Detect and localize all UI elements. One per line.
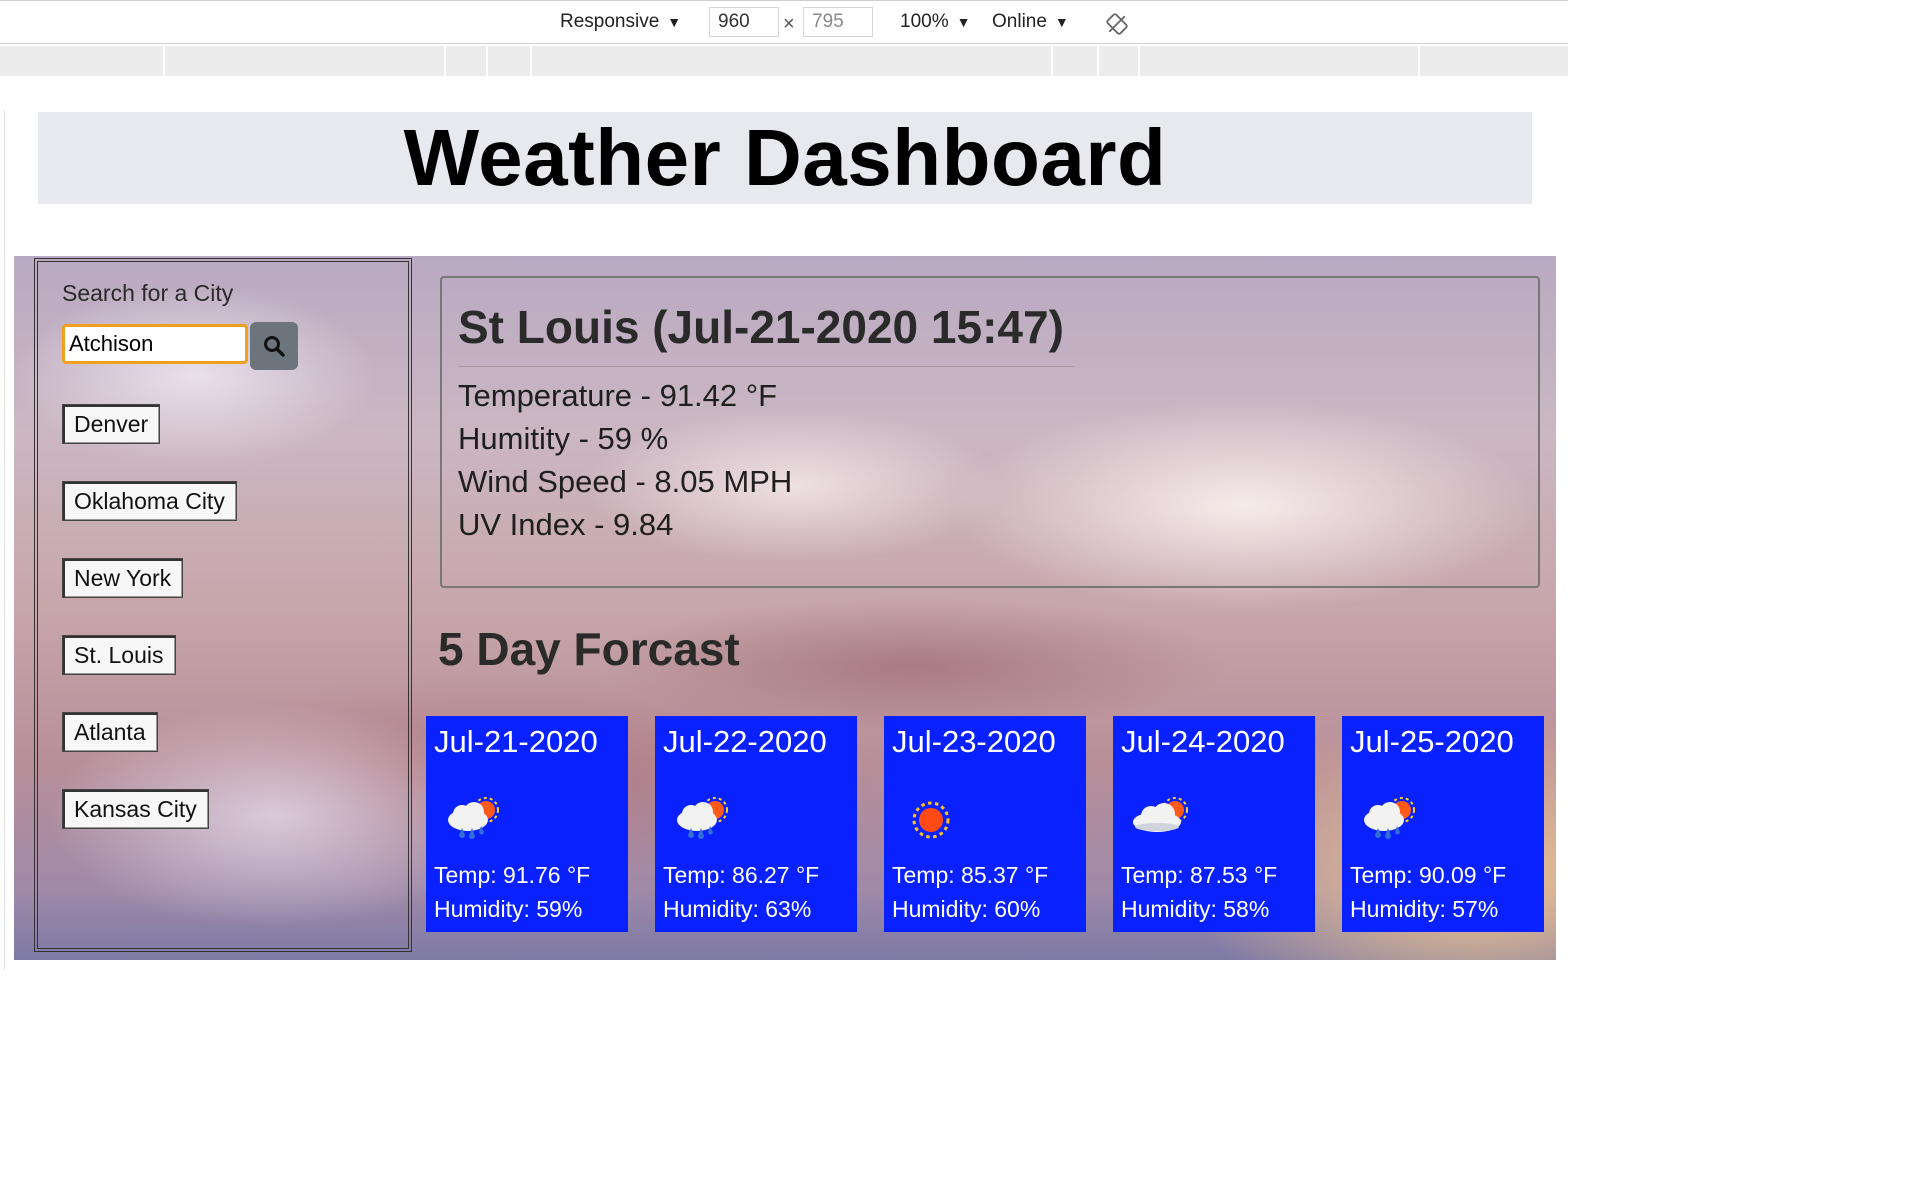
forecast-temp: Temp: 87.53 °F <box>1121 862 1278 888</box>
city-button-kansas-city[interactable]: Kansas City <box>62 789 209 829</box>
forecast-card: Jul-23-2020 Temp: 85.37 °F Humidity: 60% <box>884 716 1086 932</box>
search-sidebar: Search for a City Denver Oklahoma City N… <box>34 258 412 952</box>
chevron-down-icon: ▼ <box>667 14 682 30</box>
search-button[interactable] <box>250 322 298 370</box>
search-label: Search for a City <box>62 280 234 306</box>
forecast-humidity: Humidity: 59% <box>434 896 583 922</box>
sun-icon <box>912 801 950 839</box>
search-input[interactable] <box>62 324 248 364</box>
city-button-denver[interactable]: Denver <box>62 404 161 444</box>
times-icon: × <box>783 13 795 35</box>
current-temperature: Temperature - 91.42 °F <box>458 378 778 413</box>
forecast-humidity: Humidity: 60% <box>892 896 1041 922</box>
rain-sun-icon <box>677 797 728 839</box>
forecast-date: Jul-23-2020 <box>892 724 1056 759</box>
forecast-date: Jul-24-2020 <box>1121 724 1285 759</box>
forecast-temp: Temp: 90.09 °F <box>1350 862 1507 888</box>
forecast-humidity: Humidity: 58% <box>1121 896 1270 922</box>
device-label: Responsive <box>560 11 660 32</box>
devtools-toolbar: Responsive ▼ × 100% ▼ Online ▼ <box>0 0 1568 44</box>
network-label: Online <box>992 11 1047 32</box>
forecast-card: Jul-25-2020 Temp: 90.09 °F Humidity: 57% <box>1342 716 1544 932</box>
device-select[interactable]: Responsive ▼ <box>560 11 681 33</box>
viewport-height-input[interactable] <box>803 7 873 37</box>
page-title: Weather Dashboard <box>403 113 1167 202</box>
zoom-select[interactable]: 100% ▼ <box>900 11 970 33</box>
forecast-card: Jul-24-2020 Temp: 87.53 °F Humidity: 58% <box>1113 716 1315 932</box>
city-button-st-louis[interactable]: St. Louis <box>62 635 176 675</box>
network-select[interactable]: Online ▼ <box>992 11 1069 33</box>
rain-sun-icon <box>448 797 499 839</box>
forecast-heading: 5 Day Forcast <box>438 623 740 675</box>
page-viewport: Weather Dashboard Search for a City Denv… <box>4 110 1569 970</box>
city-button-oklahoma-city[interactable]: Oklahoma City <box>62 481 237 521</box>
current-humidity: Humitity - 59 % <box>458 421 669 456</box>
forecast-humidity: Humidity: 63% <box>663 896 812 922</box>
page-header: Weather Dashboard <box>38 112 1532 204</box>
forecast-date: Jul-21-2020 <box>434 724 598 759</box>
forecast-temp: Temp: 85.37 °F <box>892 862 1049 888</box>
viewport-width-input[interactable] <box>709 7 779 37</box>
forecast-date: Jul-25-2020 <box>1350 724 1514 759</box>
search-icon <box>264 336 285 357</box>
forecast-card: Jul-22-2020 Temp: 86.27 °F Humidity: 63% <box>655 716 857 932</box>
city-button-atlanta[interactable]: Atlanta <box>62 712 158 752</box>
rain-sun-icon <box>1364 797 1415 839</box>
forecast-card: Jul-21-2020 Temp: 91.76 °F Humidity: 59% <box>426 716 628 932</box>
chevron-down-icon: ▼ <box>1054 14 1069 30</box>
chevron-down-icon: ▼ <box>956 14 971 30</box>
current-uv-index: UV Index - 9.84 <box>458 507 674 542</box>
media-query-bar[interactable] <box>0 46 1568 76</box>
current-weather-card: St Louis (Jul-21-2020 15:47) Temperature… <box>440 276 1540 588</box>
zoom-label: 100% <box>900 11 949 32</box>
forecast-date: Jul-22-2020 <box>663 724 827 759</box>
current-wind-speed: Wind Speed - 8.05 MPH <box>458 464 793 499</box>
forecast-temp: Temp: 91.76 °F <box>434 862 591 888</box>
cloud-sun-icon <box>1133 797 1188 832</box>
current-city-title: St Louis (Jul-21-2020 15:47) <box>458 300 1074 367</box>
city-button-new-york[interactable]: New York <box>62 558 184 598</box>
sky-background: Search for a City Denver Oklahoma City N… <box>14 256 1556 960</box>
forecast-temp: Temp: 86.27 °F <box>663 862 820 888</box>
rotate-icon[interactable] <box>1104 12 1130 36</box>
forecast-humidity: Humidity: 57% <box>1350 896 1499 922</box>
